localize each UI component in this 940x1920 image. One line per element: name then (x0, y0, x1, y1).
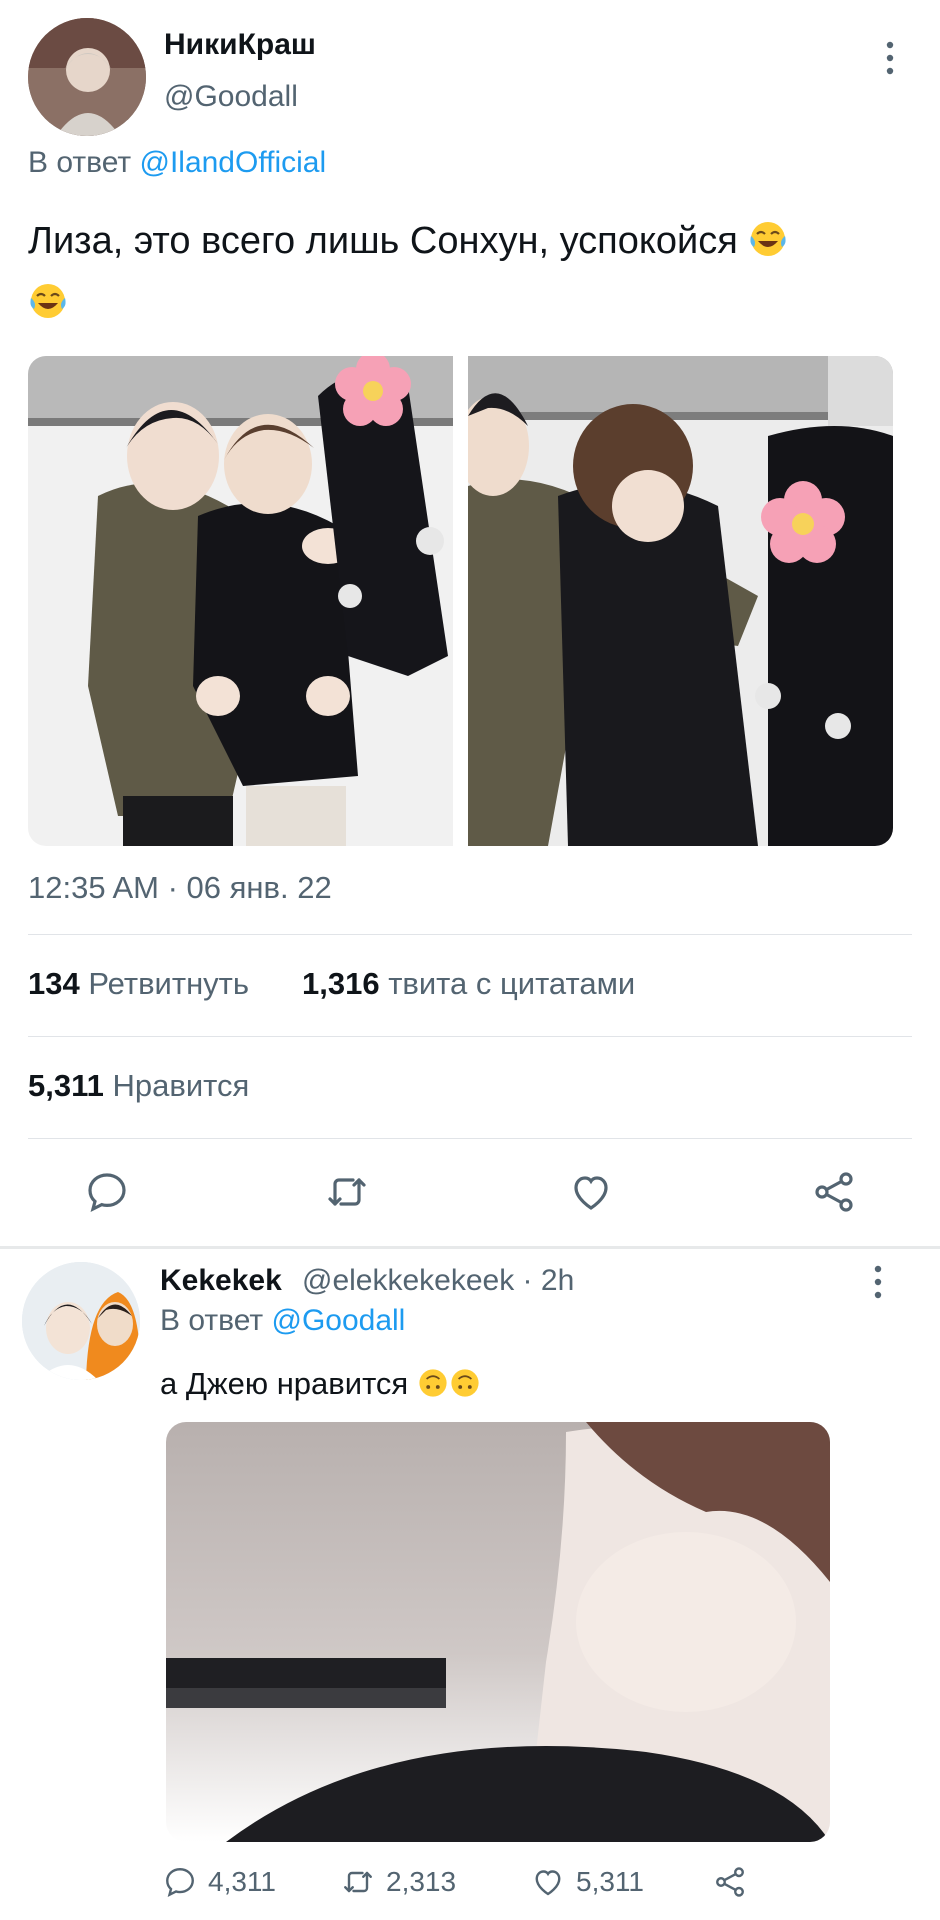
reply-author-handle[interactable]: @elekkekekeek · 2h (302, 1264, 574, 1298)
likes-label: Нравится (112, 1068, 250, 1103)
divider (28, 1138, 912, 1139)
reply-author-name[interactable]: Kekekek (160, 1264, 282, 1298)
divider (28, 1036, 912, 1037)
retweet-action[interactable]: 2,313 (340, 1862, 456, 1902)
author-handle[interactable]: @Goodall (164, 80, 298, 114)
reply-media[interactable] (166, 1422, 830, 1842)
tears-of-joy-emoji-icon (750, 222, 786, 256)
reply-to-link[interactable]: @Goodall (271, 1304, 405, 1337)
retweets-count: 134 (28, 966, 80, 1001)
share-icon[interactable] (810, 1168, 858, 1216)
reply-action[interactable]: 4,311 (162, 1862, 276, 1902)
reply-context: В ответ @IlandOfficial (28, 146, 326, 180)
reply-context: В ответ @Goodall (160, 1304, 405, 1338)
author-avatar[interactable] (28, 18, 146, 136)
tweet-text: Лиза, это всего лишь Сонхун, успокойся (28, 210, 908, 334)
tweet-photo-2[interactable] (468, 356, 893, 846)
more-options-icon[interactable] (884, 40, 896, 76)
section-separator (0, 1246, 940, 1249)
share-action[interactable] (712, 1862, 748, 1902)
retweet-count: 2,313 (386, 1866, 457, 1897)
tears-of-joy-emoji-icon (30, 284, 66, 318)
retweet-icon[interactable] (323, 1168, 371, 1216)
author-name[interactable]: НикиКраш (164, 28, 316, 62)
like-icon (535, 1870, 561, 1896)
like-count: 5,311 (576, 1866, 644, 1897)
share-icon (716, 1867, 744, 1897)
divider (28, 934, 912, 935)
reply-prefix: В ответ (28, 146, 132, 179)
tweet-body: Лиза, это всего лишь Сонхун, успокойся (28, 220, 738, 262)
reply-icon[interactable] (83, 1168, 131, 1216)
likes-stat[interactable]: 5,311 Нравится (28, 1068, 249, 1104)
quotes-count: 1,316 (302, 966, 380, 1001)
quotes-stat[interactable]: 1,316 твита с цитатами (302, 966, 635, 1002)
quotes-label: твита с цитатами (388, 966, 636, 1001)
tweet-timestamp[interactable]: 12:35 AM · 06 янв. 22 (28, 870, 332, 906)
retweets-label: Ретвитнуть (88, 966, 250, 1001)
reply-prefix: В ответ (160, 1304, 264, 1337)
upside-down-face-emoji-icon (419, 1369, 447, 1397)
like-icon[interactable] (567, 1168, 615, 1216)
more-options-icon[interactable] (872, 1264, 884, 1300)
retweet-icon (344, 1871, 372, 1893)
reply-count: 4,311 (208, 1866, 276, 1897)
reply-icon (166, 1868, 194, 1898)
reply-body: а Джею нравится (160, 1366, 409, 1401)
upside-down-face-emoji-icon (451, 1369, 479, 1397)
reply-text: а Джею нравится (160, 1366, 481, 1402)
reply-author-avatar[interactable] (22, 1262, 140, 1380)
reply-to-link[interactable]: @IlandOfficial (139, 146, 326, 179)
like-action[interactable]: 5,311 (530, 1862, 644, 1902)
tweet-photo-1[interactable] (28, 356, 453, 846)
retweets-stat[interactable]: 134 Ретвитнуть (28, 966, 249, 1002)
likes-count: 5,311 (28, 1068, 104, 1103)
